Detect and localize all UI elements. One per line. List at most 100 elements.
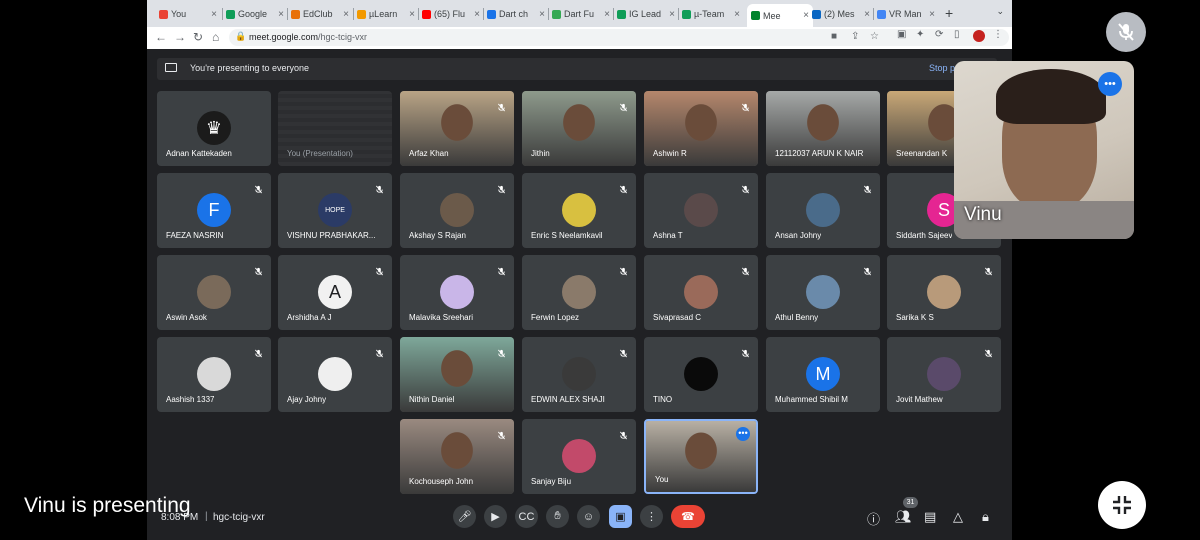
close-tab-icon[interactable]: × — [278, 9, 284, 20]
participant-tile[interactable]: Nithin Daniel — [400, 337, 514, 412]
participant-tile[interactable]: Ajay Johny — [278, 337, 392, 412]
close-tab-icon[interactable]: × — [734, 9, 740, 20]
profile-avatar[interactable] — [973, 30, 985, 42]
extension-icon[interactable]: ▣ — [897, 29, 906, 40]
address-bar[interactable]: 🔒 meet.google.com/hgc-tcig-vxr ■ ⇪ ☆ — [229, 29, 1009, 46]
stop-presenting-button[interactable]: Stop p — [929, 63, 955, 73]
participant-tile[interactable]: Enric S Neelamkavil — [522, 173, 636, 248]
participant-tile[interactable]: Ferwin Lopez — [522, 255, 636, 330]
back-arrow-icon[interactable]: ← — [155, 30, 167, 44]
participant-tile[interactable]: Athul Benny — [766, 255, 880, 330]
host-controls-lock-icon[interactable]: 🔒︎ — [982, 509, 989, 525]
tab-separator — [613, 8, 614, 20]
tab-label: Dart ch — [499, 9, 529, 19]
self-tile[interactable]: ••• You — [644, 419, 758, 494]
participant-tile[interactable]: Jovit Mathew — [887, 337, 1001, 412]
participant-tile[interactable]: Ansan Johny — [766, 173, 880, 248]
sync-icon[interactable]: ⟳ — [935, 29, 943, 40]
participant-tile[interactable]: Arfaz Khan — [400, 91, 514, 166]
browser-tab[interactable]: (65) Flu × — [422, 6, 480, 22]
share-icon[interactable]: ⇪ — [851, 31, 859, 42]
camera-button[interactable]: ▶︎ — [484, 505, 507, 528]
close-tab-icon[interactable]: × — [474, 9, 480, 20]
close-tab-icon[interactable]: × — [803, 10, 809, 21]
participant-tile[interactable]: Akshay S Rajan — [400, 173, 514, 248]
participant-tile[interactable]: Kochouseph John — [400, 419, 514, 494]
presenter-pip-video[interactable]: Vinu ••• — [954, 61, 1134, 239]
chat-icon[interactable]: ▤ — [924, 509, 936, 525]
home-icon[interactable]: ⌂ — [212, 30, 219, 44]
participant-tile[interactable]: F FAEZA NASRIN — [157, 173, 271, 248]
participant-tile[interactable]: HOPE VISHNU PRABHAKAR... — [278, 173, 392, 248]
reactions-button[interactable]: ☺ — [577, 505, 600, 528]
close-tab-icon[interactable]: × — [211, 9, 217, 20]
minimize-presentation-button[interactable] — [1098, 481, 1146, 529]
participant-tile[interactable]: TINO — [644, 337, 758, 412]
tile-options-icon[interactable]: ••• — [736, 427, 750, 441]
close-tab-icon[interactable]: × — [929, 9, 935, 20]
activities-icon[interactable]: △ — [953, 509, 963, 525]
time-separator: | — [205, 511, 208, 522]
raise-hand-button[interactable]: ✋︎ — [546, 505, 569, 528]
participant-tile[interactable]: Jithin — [522, 91, 636, 166]
participant-tile[interactable]: Aswin Asok — [157, 255, 271, 330]
captions-button[interactable]: CC — [515, 505, 538, 528]
mic-off-indicator[interactable] — [1106, 12, 1146, 52]
close-tab-icon[interactable]: × — [604, 9, 610, 20]
tab-search-chevron-icon[interactable]: ⌄ — [996, 6, 1004, 17]
browser-tab[interactable]: Google × — [226, 6, 284, 22]
forward-arrow-icon[interactable]: → — [174, 30, 186, 44]
camera-in-use-icon[interactable]: ■ — [831, 31, 837, 42]
participant-tile[interactable]: EDWIN ALEX SHAJI — [522, 337, 636, 412]
browser-tab[interactable]: Dart ch × — [487, 6, 545, 22]
participant-tile[interactable]: A Arshidha A J — [278, 255, 392, 330]
browser-tab[interactable]: You × — [159, 6, 217, 22]
more-options-button[interactable]: ⋮ — [640, 505, 663, 528]
browser-tab[interactable]: (2) Mes × — [812, 6, 870, 22]
participant-tile[interactable]: Ashwin R — [644, 91, 758, 166]
menu-kebab-icon[interactable]: ⋮ — [993, 29, 1003, 40]
presentation-tile[interactable]: You (Presentation) — [278, 91, 392, 166]
participant-tile[interactable]: Malavika Sreehari — [400, 255, 514, 330]
presenting-banner-text: You're presenting to everyone — [190, 63, 309, 73]
new-tab-button[interactable]: + — [945, 5, 953, 21]
participant-tile[interactable]: Ashna T — [644, 173, 758, 248]
browser-tab[interactable]: EdClub × — [291, 6, 349, 22]
people-icon[interactable]: 👥︎ — [895, 509, 912, 525]
browser-tab[interactable]: Mee × — [747, 4, 813, 27]
presenting-caption: Vinu is presenting — [24, 494, 191, 517]
collapse-arrows-icon — [1113, 496, 1131, 514]
meeting-info-icon[interactable]: ⓘ — [867, 509, 880, 528]
mic-muted-icon — [619, 181, 628, 194]
participant-tile[interactable]: M Muhammed Shibil M — [766, 337, 880, 412]
participant-tile[interactable]: 12112037 ARUN K NAIR — [766, 91, 880, 166]
close-tab-icon[interactable]: × — [343, 9, 349, 20]
bookmark-star-icon[interactable]: ☆ — [870, 31, 879, 42]
tab-favicon-icon — [357, 9, 366, 19]
participant-name: Jovit Mathew — [896, 395, 943, 404]
participant-avatar — [562, 193, 596, 227]
browser-tab[interactable]: µLearn × — [357, 6, 415, 22]
browser-tab[interactable]: IG Lead × — [617, 6, 675, 22]
close-tab-icon[interactable]: × — [409, 9, 415, 20]
tab-label: You — [171, 9, 187, 19]
microphone-button[interactable]: 🎤︎ — [453, 505, 476, 528]
browser-tab[interactable]: µ-Team × — [682, 6, 740, 22]
participant-tile[interactable]: Aashish 1337 — [157, 337, 271, 412]
leave-call-button[interactable]: ☎︎ — [671, 505, 705, 528]
close-tab-icon[interactable]: × — [539, 9, 545, 20]
tab-favicon-icon — [291, 9, 300, 19]
participant-tile[interactable]: Sivaprasad C — [644, 255, 758, 330]
tab-separator — [483, 8, 484, 20]
browser-tab[interactable]: VR Man × — [877, 6, 935, 22]
participant-tile[interactable]: Sarika K S — [887, 255, 1001, 330]
reload-icon[interactable]: ↻ — [193, 30, 203, 44]
close-tab-icon[interactable]: × — [864, 9, 870, 20]
present-now-button[interactable]: ▣ — [609, 505, 632, 528]
puzzle-icon[interactable]: ✦ — [916, 29, 924, 40]
side-panel-icon[interactable]: ▯ — [954, 29, 960, 40]
browser-tab[interactable]: Dart Fu × — [552, 6, 610, 22]
participant-tile[interactable]: Sanjay Biju — [522, 419, 636, 494]
close-tab-icon[interactable]: × — [669, 9, 675, 20]
participant-tile[interactable]: ♛ Adnan Kattekaden — [157, 91, 271, 166]
